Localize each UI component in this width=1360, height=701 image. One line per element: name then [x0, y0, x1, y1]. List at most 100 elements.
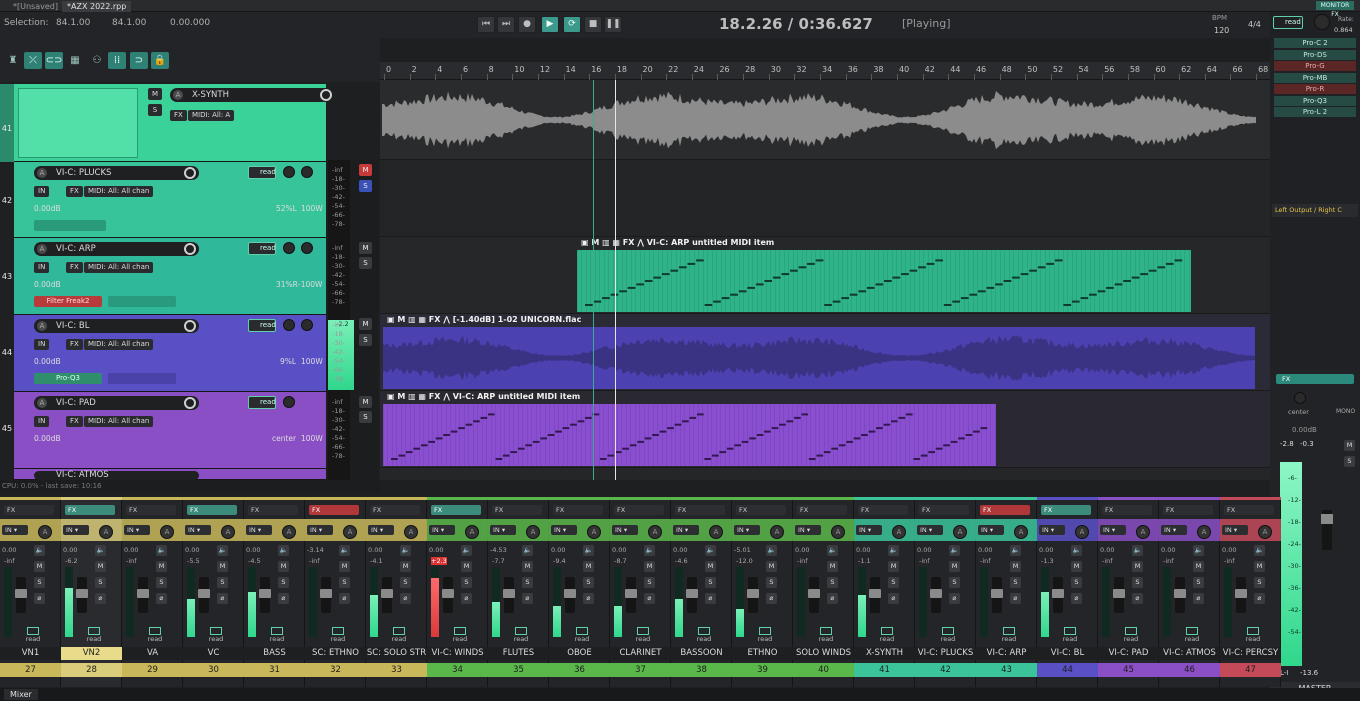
track-45-fx-button[interactable]: FX	[66, 416, 83, 427]
track-45-volume-knob[interactable]	[283, 396, 295, 408]
strip-fader[interactable]	[564, 577, 576, 613]
strip-fader[interactable]	[1113, 577, 1125, 613]
strip-mute[interactable]: M	[156, 561, 167, 572]
speaker-icon[interactable]: 🔈	[339, 545, 350, 556]
strip-input-select[interactable]: IN ▾	[612, 525, 638, 535]
mixer-strip-43[interactable]: FX IN ▾ A 0.00 -inf 🔈 M S ⌀ read VI-C: ARP 43	[976, 497, 1037, 687]
strip-arm-icon[interactable]: A	[770, 525, 784, 539]
selection-length[interactable]: 0.00.000	[170, 18, 210, 28]
strip-input-select[interactable]: IN ▾	[490, 525, 516, 535]
strip-fader-cap[interactable]	[320, 589, 332, 598]
speaker-icon[interactable]: 🔈	[583, 545, 594, 556]
strip-fader[interactable]	[381, 577, 393, 613]
master-fx-button[interactable]: FX	[1276, 374, 1354, 384]
strip-name[interactable]: X-SYNTH	[854, 647, 915, 660]
track-41-solo[interactable]: S	[148, 104, 162, 116]
strip-phase[interactable]: ⌀	[34, 593, 45, 604]
strip-mute[interactable]: M	[461, 561, 472, 572]
strip-volume-value[interactable]: 0.00	[2, 546, 16, 554]
track-44-volume[interactable]: 0.00dB	[34, 357, 61, 366]
strip-arm-icon[interactable]: A	[1075, 525, 1089, 539]
strip-automation[interactable]: read	[754, 627, 776, 643]
strip-input-select[interactable]: IN ▾	[1100, 525, 1126, 535]
strip-phase[interactable]: ⌀	[522, 593, 533, 604]
speaker-icon[interactable]: 🔈	[34, 545, 45, 556]
mixer-strip-45[interactable]: FX IN ▾ A 0.00 -inf 🔈 M S ⌀ read VI-C: PAD 45	[1098, 497, 1159, 687]
strip-input-select[interactable]: IN ▾	[1222, 525, 1248, 535]
stop-icon[interactable]: ■	[584, 16, 602, 33]
strip-input-select[interactable]: IN ▾	[978, 525, 1004, 535]
track-44-solo-button[interactable]: S	[359, 334, 372, 346]
track-45-mute-button[interactable]: M	[359, 396, 372, 408]
strip-automation[interactable]: read	[937, 627, 959, 643]
speaker-icon[interactable]: 🔈	[1254, 545, 1265, 556]
mixer-tab[interactable]: Mixer	[4, 689, 38, 700]
fx-slot-pro-l-2[interactable]: Pro-L 2	[1274, 107, 1356, 117]
track-44-fx-slot-2[interactable]	[108, 373, 176, 384]
strip-volume-value[interactable]: 0.00	[124, 546, 138, 554]
speaker-icon[interactable]: 🔈	[888, 545, 899, 556]
strip-input-select[interactable]: IN ▾	[2, 525, 28, 535]
track-43-pan[interactable]: 31%R	[276, 280, 298, 289]
mixer-strip-29[interactable]: FX IN ▾ A 0.00 -inf 🔈 M S ⌀ read VA 29	[122, 497, 183, 687]
strip-fader-cap[interactable]	[1174, 589, 1186, 598]
strip-input-select[interactable]: IN ▾	[124, 525, 150, 535]
repeat-icon[interactable]: ⟳	[563, 16, 581, 33]
strip-fx-button[interactable]: FX	[736, 505, 786, 515]
unicorn-audio-item[interactable]	[383, 327, 1255, 389]
strip-solo[interactable]: S	[1071, 577, 1082, 588]
speaker-icon[interactable]: 🔈	[1132, 545, 1143, 556]
speaker-icon[interactable]: 🔈	[1010, 545, 1021, 556]
speaker-icon[interactable]: 🔈	[1071, 545, 1082, 556]
strip-fader-cap[interactable]	[991, 589, 1003, 598]
strip-automation[interactable]: read	[1181, 627, 1203, 643]
strip-phase[interactable]: ⌀	[888, 593, 899, 604]
track-42-mute-button[interactable]: M	[359, 164, 372, 176]
speaker-icon[interactable]: 🔈	[827, 545, 838, 556]
strip-fader-cap[interactable]	[381, 589, 393, 598]
fx-power-icon[interactable]	[184, 243, 196, 255]
strip-name[interactable]: OBOE	[549, 647, 610, 660]
track-44-width[interactable]: 100W	[301, 357, 323, 366]
strip-automation[interactable]: read	[266, 627, 288, 643]
mixer-strip-32[interactable]: FX IN ▾ A -3.14 -inf 🔈 M S ⌀ read SC: ETHNO 32	[305, 497, 366, 687]
strip-fx-button[interactable]: FX	[614, 505, 664, 515]
strip-fader-cap[interactable]	[503, 589, 515, 598]
strip-input-select[interactable]: IN ▾	[429, 525, 455, 535]
strip-volume-value[interactable]: -4.53	[490, 546, 507, 554]
strip-solo[interactable]: S	[217, 577, 228, 588]
track-42[interactable]: A VI-C: PLUCKS IN FX MIDI: All: All chan …	[14, 162, 326, 238]
speaker-icon[interactable]: 🔈	[217, 545, 228, 556]
fx-power-icon[interactable]	[184, 397, 196, 409]
record-icon[interactable]: ●	[518, 16, 536, 33]
strip-fader[interactable]	[1235, 577, 1247, 613]
strip-fx-button[interactable]: FX	[1041, 505, 1091, 515]
arp-midi-item[interactable]	[577, 250, 1191, 312]
edit-cursor[interactable]	[593, 80, 594, 480]
fx-slot-pro-ds[interactable]: Pro-DS	[1274, 49, 1356, 60]
track-41-fx[interactable]: FX	[170, 110, 187, 121]
strip-fader[interactable]	[137, 577, 149, 613]
track-45-pan[interactable]: center	[272, 434, 296, 443]
mixer-strip-28[interactable]: FX IN ▾ A 0.00 -6.2 🔈 M S ⌀ read VN2 28	[61, 497, 122, 687]
strip-fader-cap[interactable]	[808, 589, 820, 598]
strip-fader-cap[interactable]	[76, 589, 88, 598]
envelope-link-icon[interactable]: ⚇	[88, 52, 106, 69]
strip-input-select[interactable]: IN ▾	[246, 525, 272, 535]
strip-fx-button[interactable]: FX	[187, 505, 237, 515]
strip-arm-icon[interactable]: A	[465, 525, 479, 539]
track-43-midi-input[interactable]: MIDI: All: All chan	[84, 262, 154, 273]
track-41-name-field[interactable]: A X-SYNTH	[170, 88, 335, 102]
strip-mute[interactable]: M	[583, 561, 594, 572]
strip-arm-icon[interactable]: A	[648, 525, 662, 539]
strip-name[interactable]: SOLO WINDS	[793, 647, 854, 660]
strip-name[interactable]: SC: SOLO STR	[366, 647, 427, 660]
mixer-strip-27[interactable]: FX IN ▾ A 0.00 -inf 🔈 M S ⌀ read VN1 27	[0, 497, 61, 687]
track-43[interactable]: A VI-C: ARP IN FX MIDI: All: All chan 0.0…	[14, 238, 326, 315]
bpm-value[interactable]: 120	[1214, 26, 1229, 35]
strip-automation[interactable]: read	[998, 627, 1020, 643]
mixer-strip-36[interactable]: FX IN ▾ A 0.00 -9.4 🔈 M S ⌀ read OBOE 36	[549, 497, 610, 687]
master-mono[interactable]: MONO	[1336, 408, 1355, 415]
strip-fx-button[interactable]: FX	[858, 505, 908, 515]
mixer-strip-41[interactable]: FX IN ▾ A 0.00 -1.1 🔈 M S ⌀ read X-SYNTH 41	[854, 497, 915, 687]
